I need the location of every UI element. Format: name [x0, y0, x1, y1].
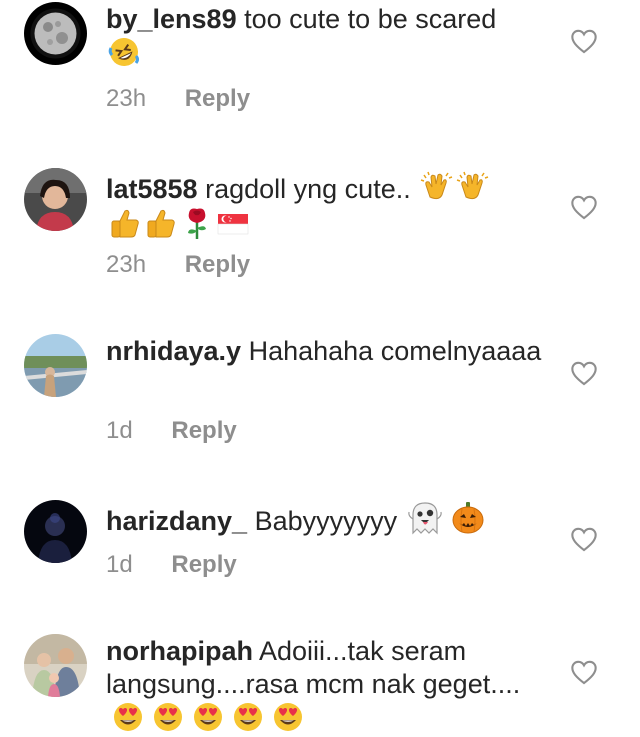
like-heart-icon[interactable] — [570, 526, 598, 552]
comment-body: lat5858 ragdoll yng cute.. — [106, 169, 556, 243]
comment-body: nrhidaya.y Hahahaha comelnyaaaa — [106, 335, 556, 368]
comment-meta: 1d Reply — [106, 417, 237, 445]
comment-body: harizdany_ Babyyyyyyy — [106, 501, 556, 538]
comment-body: by_lens89 too cute to be scared — [106, 3, 556, 71]
comment-body: norhapipah Adoiii...tak seram langsung..… — [106, 635, 556, 736]
comment-meta: 1d Reply — [106, 551, 237, 579]
comment-meta: 23h Reply — [106, 85, 250, 113]
comment-text: Hahahaha comelnyaaaa — [248, 336, 542, 366]
heart-eyes-icon — [112, 701, 144, 733]
rose-icon — [180, 206, 214, 240]
heart-eyes-icon — [272, 701, 304, 733]
like-heart-icon[interactable] — [570, 28, 598, 54]
clapping-hands-icon — [420, 169, 454, 203]
comment-timestamp: 1d — [106, 417, 133, 444]
comment-username[interactable]: harizdany_ — [106, 506, 247, 536]
comment-timestamp: 23h — [106, 251, 147, 278]
comment-meta: 23h Reply — [106, 251, 250, 279]
rolling-on-floor-laughing-icon — [108, 36, 140, 68]
reply-button[interactable]: Reply — [185, 85, 250, 113]
comment-timestamp: 23h — [106, 85, 147, 112]
like-heart-icon[interactable] — [570, 659, 598, 685]
singapore-flag-icon — [216, 206, 250, 240]
comment-username[interactable]: lat5858 — [106, 174, 198, 204]
reply-button[interactable]: Reply — [171, 551, 236, 579]
comment-text: too cute to be scared — [244, 4, 497, 34]
comment-username[interactable]: norhapipah — [106, 636, 253, 666]
comment-username[interactable]: nrhidaya.y — [106, 336, 241, 366]
avatar[interactable] — [24, 500, 87, 563]
avatar[interactable] — [24, 334, 87, 397]
heart-eyes-icon — [232, 701, 264, 733]
like-heart-icon[interactable] — [570, 360, 598, 386]
thumbs-up-icon — [108, 206, 142, 240]
heart-eyes-icon — [192, 701, 224, 733]
clapping-hands-icon — [456, 169, 490, 203]
like-heart-icon[interactable] — [570, 194, 598, 220]
ghost-icon — [407, 501, 443, 535]
reply-button[interactable]: Reply — [171, 417, 236, 445]
heart-eyes-icon — [152, 701, 184, 733]
jack-o-lantern-icon — [451, 501, 485, 535]
reply-button[interactable]: Reply — [185, 251, 250, 279]
thumbs-up-icon — [144, 206, 178, 240]
comment-text: ragdoll yng cute.. — [205, 174, 411, 204]
comment-text: Babyyyyyyy — [254, 506, 398, 536]
avatar[interactable] — [24, 2, 87, 65]
avatar[interactable] — [24, 634, 87, 697]
comment-username[interactable]: by_lens89 — [106, 4, 237, 34]
comment-timestamp: 1d — [106, 551, 133, 578]
avatar[interactable] — [24, 168, 87, 231]
